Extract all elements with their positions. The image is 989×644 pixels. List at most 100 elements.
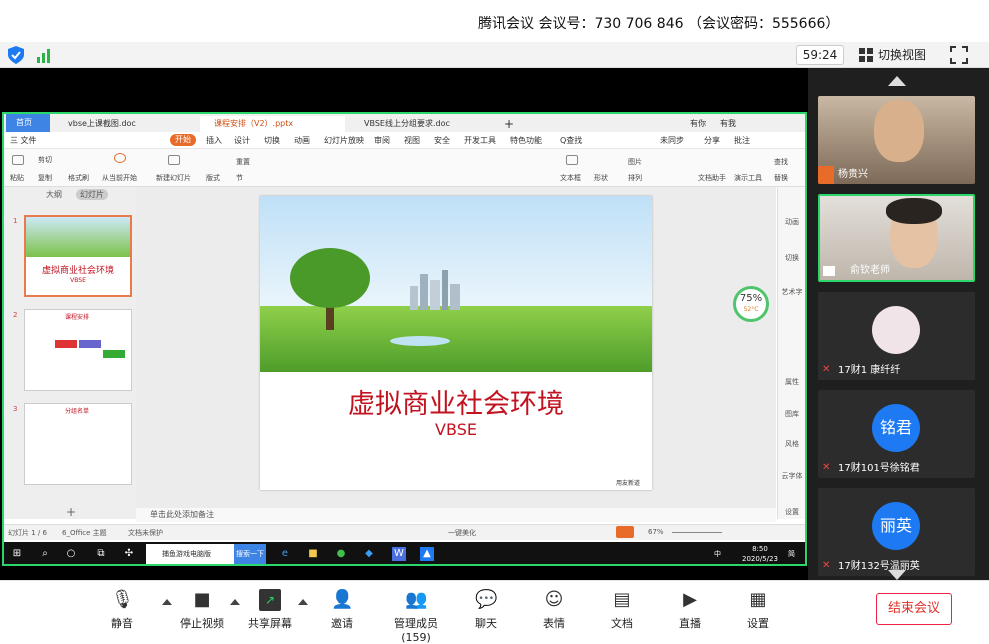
ribbon-paste[interactable]: 粘贴: [10, 173, 24, 183]
slide-thumbnail[interactable]: 课程安排: [24, 309, 132, 391]
menu-home[interactable]: 开始: [170, 134, 196, 146]
taskbar-clock[interactable]: 8:50 2020/5/23: [742, 544, 778, 564]
ribbon-picture[interactable]: 图片: [628, 157, 642, 167]
fullscreen-icon[interactable]: [950, 46, 968, 64]
status-beautify[interactable]: 一键美化: [448, 528, 476, 538]
app-green-icon[interactable]: ●: [334, 547, 348, 561]
menu-transition[interactable]: 切换: [264, 135, 280, 146]
tencent-meeting-icon[interactable]: ▲: [420, 547, 434, 561]
invite-button[interactable]: 👤 邀请: [312, 589, 372, 631]
end-meeting-button[interactable]: 结束会议: [876, 593, 952, 625]
chat-button[interactable]: 💬 聊天: [456, 589, 516, 631]
settings-button[interactable]: ▦ 设置: [728, 589, 788, 631]
tool-settings[interactable]: 设置: [778, 507, 805, 517]
ribbon-section[interactable]: 节: [236, 173, 243, 183]
slide-subtitle[interactable]: VBSE: [260, 420, 652, 439]
lang-indicator[interactable]: 简: [788, 549, 795, 559]
ribbon-arrange[interactable]: 排列: [628, 173, 642, 183]
taskbar-search-button[interactable]: 搜索一下: [234, 544, 266, 564]
ribbon-replace[interactable]: 替换: [774, 173, 788, 183]
status-zoom[interactable]: 67%: [648, 528, 664, 536]
tool-wordart[interactable]: 艺术字: [778, 287, 805, 297]
task-view-icon[interactable]: ⧉: [94, 547, 108, 561]
ribbon-cut[interactable]: 剪切: [38, 155, 52, 165]
menu-share[interactable]: 分享: [704, 135, 720, 146]
participant-tile[interactable]: ✕ 17财1 康纤纤: [818, 292, 975, 380]
menu-comment[interactable]: 批注: [734, 135, 750, 146]
mute-button[interactable]: 🎙 静音: [92, 589, 152, 631]
new-slide-icon[interactable]: [168, 155, 180, 165]
menu-file[interactable]: 三 文件: [10, 135, 37, 146]
ribbon-present-tools[interactable]: 演示工具: [734, 173, 762, 183]
shield-icon[interactable]: [8, 46, 24, 64]
scroll-down-icon[interactable]: [888, 570, 906, 580]
stop-video-button[interactable]: ■ 停止视频: [172, 589, 232, 631]
tab-doc-screenshot[interactable]: vbse上课截图.doc: [54, 116, 194, 132]
cortana-icon[interactable]: ○: [64, 547, 78, 561]
taskbar-search-box[interactable]: 捕鱼游戏电脑版: [146, 544, 234, 564]
scroll-up-icon[interactable]: [888, 76, 906, 86]
menu-features[interactable]: 特色功能: [510, 135, 542, 146]
participant-tile[interactable]: 丽英 ✕ 17财132号温丽英: [818, 488, 975, 576]
play-icon[interactable]: [114, 153, 126, 163]
tool-properties[interactable]: 属性: [778, 377, 805, 387]
app-blue-icon[interactable]: ◆: [362, 547, 376, 561]
notes-placeholder[interactable]: 单击此处添加备注: [136, 508, 776, 522]
ribbon-shape[interactable]: 形状: [594, 173, 608, 183]
menu-insert[interactable]: 插入: [206, 135, 222, 146]
ribbon-doc-assistant[interactable]: 文档助手: [698, 173, 726, 183]
play-slideshow-icon[interactable]: [616, 526, 634, 538]
pinwheel-icon[interactable]: ✣: [122, 547, 136, 561]
paste-icon[interactable]: [12, 155, 24, 165]
wps-icon[interactable]: W: [392, 547, 406, 561]
tool-transition[interactable]: 切换: [778, 253, 805, 263]
edge-icon[interactable]: e: [278, 547, 292, 561]
search-icon[interactable]: ⌕: [38, 547, 52, 561]
ribbon-new-slide[interactable]: 新建幻灯片: [156, 173, 191, 183]
emoji-button[interactable]: ☺ 表情: [524, 589, 584, 631]
signal-icon[interactable]: [36, 47, 52, 63]
switch-view-button[interactable]: 切换视图: [856, 45, 938, 65]
menu-devtools[interactable]: 开发工具: [464, 135, 496, 146]
tab-doc-groups[interactable]: VBSE线上分组要求.doc: [350, 116, 500, 132]
windows-start-icon[interactable]: ⊞: [10, 547, 24, 561]
menu-review[interactable]: 审阅: [374, 135, 390, 146]
mute-options-caret[interactable]: [162, 599, 172, 605]
current-slide[interactable]: 虚拟商业社会环境 VBSE 用友新道: [260, 196, 652, 490]
ribbon-format-painter[interactable]: 格式刷: [68, 173, 89, 183]
tool-style[interactable]: 风格: [778, 439, 805, 449]
menu-slideshow[interactable]: 幻灯片放映: [324, 135, 364, 146]
tool-cloud-font[interactable]: 云字体: [778, 471, 805, 481]
participant-tile[interactable]: 杨贵兴: [818, 96, 975, 184]
slide-title[interactable]: 虚拟商业社会环境: [260, 382, 652, 421]
slide-thumbnail[interactable]: 虚拟商业社会环境 VBSE: [24, 215, 132, 297]
pane-tab-slides[interactable]: 幻灯片: [76, 189, 108, 200]
status-protect[interactable]: 文档未保护: [128, 528, 163, 538]
ribbon-textbox[interactable]: 文本框: [560, 173, 581, 183]
tool-animation[interactable]: 动画: [778, 217, 805, 227]
documents-button[interactable]: ▤ 文档: [592, 589, 652, 631]
add-slide-icon[interactable]: +: [66, 505, 76, 519]
ribbon-reset[interactable]: 重置: [236, 157, 250, 167]
folder-icon[interactable]: ■: [306, 547, 320, 561]
ribbon-layout[interactable]: 版式: [206, 173, 220, 183]
video-options-caret[interactable]: [230, 599, 240, 605]
menu-security[interactable]: 安全: [434, 135, 450, 146]
menu-view[interactable]: 视图: [404, 135, 420, 146]
tool-gallery[interactable]: 图库: [778, 409, 805, 419]
manage-members-button[interactable]: 👥 管理成员(159): [380, 589, 452, 644]
share-options-caret[interactable]: [298, 599, 308, 605]
performance-gauge[interactable]: 75% 52°C: [733, 286, 769, 322]
menu-animation[interactable]: 动画: [294, 135, 310, 146]
slide-thumbnail[interactable]: 分组名单: [24, 403, 132, 485]
ime-indicator[interactable]: 中: [714, 549, 721, 559]
new-tab-icon[interactable]: +: [504, 116, 518, 132]
share-screen-button[interactable]: ↗ 共享屏幕: [240, 589, 300, 631]
menu-design[interactable]: 设计: [234, 135, 250, 146]
pane-tab-outline[interactable]: 大纲: [46, 189, 62, 200]
tab-home[interactable]: 首页: [6, 114, 50, 132]
ribbon-copy[interactable]: 复制: [38, 173, 52, 183]
ribbon-find[interactable]: 查找: [774, 157, 788, 167]
textbox-icon[interactable]: [566, 155, 578, 165]
tab-pptx-schedule[interactable]: 课程安排（V2）.pptx: [200, 116, 345, 132]
